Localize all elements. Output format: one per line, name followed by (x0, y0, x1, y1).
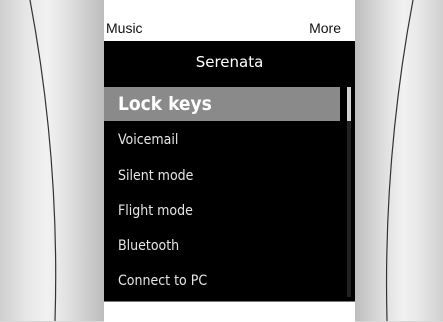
menu-item-silent-mode[interactable]: Silent mode (104, 159, 340, 193)
menu-item-flight-mode[interactable]: Flight mode (104, 194, 340, 228)
softkey-music[interactable]: Music (106, 20, 143, 36)
frame-edge-right (385, 0, 414, 321)
scrollbar[interactable] (347, 87, 351, 297)
menu-item-lock-keys[interactable]: Lock keys (104, 87, 340, 121)
menu-item-bluetooth[interactable]: Bluetooth (104, 229, 340, 263)
softkey-more[interactable]: More (309, 20, 341, 36)
menu-item-voicemail[interactable]: Voicemail (104, 123, 340, 157)
softkey-bar: Music More (104, 0, 355, 41)
scrollbar-thumb[interactable] (347, 87, 351, 121)
bottom-strip (104, 301, 355, 322)
quick-menu-panel: Serenata Lock keys Voicemail Silent mode… (104, 41, 355, 301)
frame-edge-left (29, 0, 57, 321)
menu-item-connect-to-pc[interactable]: Connect to PC (104, 264, 340, 298)
panel-title: Serenata (195, 53, 264, 71)
